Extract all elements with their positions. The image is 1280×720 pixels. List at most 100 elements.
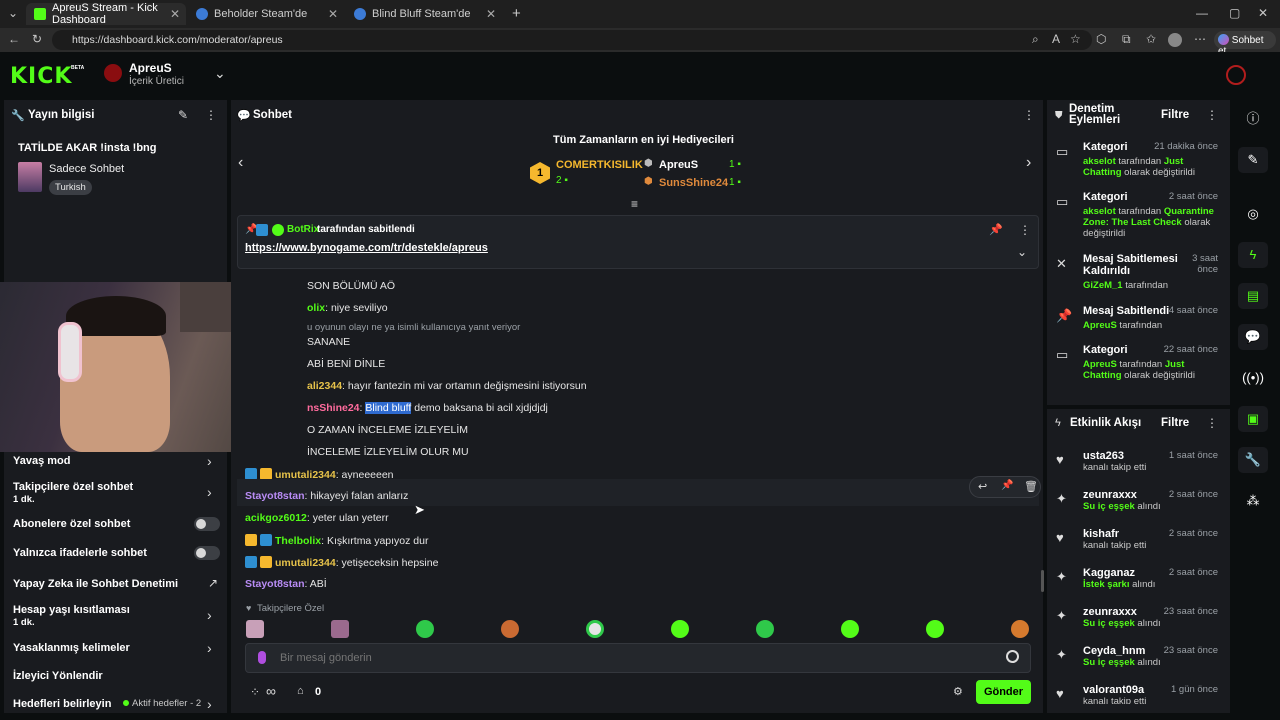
channel-name[interactable]: ApreuS xyxy=(129,61,172,75)
quick-actions-icon[interactable]: ϟ xyxy=(1238,242,1268,268)
edit-pencil-icon[interactable]: ✎ xyxy=(178,108,188,122)
reply-icon[interactable]: ↩ xyxy=(978,480,987,493)
chat-more-icon[interactable]: ⋮ xyxy=(1023,108,1035,122)
pinned-link[interactable]: https://www.bynogame.com/tr/destekle/apr… xyxy=(245,242,488,254)
mod-action-user[interactable]: ApreuS xyxy=(1083,320,1117,331)
chat-message[interactable]: Stayot8stan: ABİ xyxy=(245,578,327,590)
screen-capture-icon[interactable]: ◎ xyxy=(1238,201,1268,227)
pinned-more-icon[interactable]: ⋮ xyxy=(1019,223,1031,237)
slow-mode-label[interactable]: Yavaş mod xyxy=(13,455,70,467)
maximize-icon[interactable]: ▢ xyxy=(1229,6,1240,20)
goals-label[interactable]: Hedefleri belirleyin xyxy=(13,698,111,710)
extensions-icon[interactable]: ⬡ xyxy=(1096,32,1106,46)
browser-tab-kick[interactable]: ApreuS Stream - Kick Dashboard ✕ xyxy=(26,2,186,26)
chat-message[interactable]: SON BÖLÜMÜ AÖ xyxy=(307,280,395,292)
notes-icon[interactable]: ▤ xyxy=(1238,283,1268,309)
mod-action-user[interactable]: akselot xyxy=(1083,156,1116,167)
mod-action-user[interactable]: GiZeM_1 xyxy=(1083,280,1123,291)
more-options-icon[interactable]: ⋮ xyxy=(205,108,217,122)
channel-switch-chevron-icon[interactable]: ⌄ xyxy=(214,65,226,82)
gifters-prev-icon[interactable]: ‹ xyxy=(238,154,243,172)
moderation-icon[interactable]: ▣ xyxy=(1238,406,1268,432)
community-icon[interactable]: ⁂ xyxy=(1238,488,1268,514)
chat-message[interactable]: nsShine24: Blind bluff demo baksana bi a… xyxy=(307,402,548,414)
emote[interactable] xyxy=(416,620,434,638)
chat-message[interactable]: Thelbolix: Kışkırtma yapıyoz dur xyxy=(245,534,428,547)
chat-popout-icon[interactable]: 💬 xyxy=(1238,324,1268,350)
edit-icon[interactable]: ✎ xyxy=(1238,147,1268,173)
gifter-name[interactable]: SunsShine24 xyxy=(659,177,728,189)
emote[interactable] xyxy=(671,620,689,638)
emotes-only-toggle[interactable] xyxy=(194,546,220,560)
pinned-by-user[interactable]: BotRix xyxy=(287,224,319,235)
pin-message-icon[interactable]: 📌 xyxy=(1001,480,1013,491)
emote[interactable] xyxy=(926,620,944,638)
external-link-icon[interactable]: ↗ xyxy=(208,576,218,590)
send-button[interactable]: Gönder xyxy=(976,680,1031,704)
activity-more-icon[interactable]: ⋮ xyxy=(1206,416,1218,430)
message-username[interactable]: Stayot8stan xyxy=(245,490,305,502)
emote[interactable] xyxy=(756,620,774,638)
mod-action-user[interactable]: akselot xyxy=(1083,206,1116,217)
broadcast-icon[interactable]: ((•)) xyxy=(1238,365,1268,391)
followers-only-label[interactable]: Takipçilere özel sohbet xyxy=(13,481,133,493)
collections-icon[interactable]: ✩ xyxy=(1146,32,1156,46)
chat-message[interactable]: olix: niye seviliyo xyxy=(307,302,388,314)
chat-scrollbar[interactable] xyxy=(1041,570,1044,592)
subscribers-only-toggle[interactable] xyxy=(194,517,220,531)
gifter-name[interactable]: ApreuS xyxy=(659,159,698,171)
mod-actions-filter[interactable]: Filtre xyxy=(1161,109,1189,121)
emoji-picker-icon[interactable] xyxy=(1006,650,1019,663)
redirect-viewers-label[interactable]: İzleyici Yönlendir xyxy=(13,670,103,682)
emote[interactable] xyxy=(586,620,604,638)
expand-pinned-icon[interactable]: ⌄ xyxy=(1017,245,1027,259)
chat-message[interactable]: ali2344: hayır fantezin mi var ortamın d… xyxy=(307,380,587,392)
mod-action-user[interactable]: ApreuS xyxy=(1083,359,1117,370)
close-tab-icon[interactable]: ✕ xyxy=(170,7,180,21)
profile-avatar-icon[interactable] xyxy=(1168,33,1182,47)
kick-logo[interactable]: KICK xyxy=(10,64,72,89)
message-username[interactable]: ali2344 xyxy=(307,380,342,392)
reply-indicator[interactable]: u oyunun olayı ne ya isimli kullanıcıya … xyxy=(307,322,520,333)
url-input[interactable]: https://dashboard.kick.com/moderator/apr… xyxy=(52,30,1092,50)
message-username[interactable]: nsShine24 xyxy=(307,402,360,414)
minimize-icon[interactable]: — xyxy=(1196,6,1208,20)
copilot-button[interactable]: Sohbet et xyxy=(1214,31,1276,57)
chat-message[interactable]: ABİ BENİ DİNLE xyxy=(307,358,385,370)
microphone-icon[interactable] xyxy=(258,651,266,664)
chat-message[interactable]: O ZAMAN İNCELEME İZLEYELİM xyxy=(307,424,468,436)
new-tab-icon[interactable]: + xyxy=(512,5,521,22)
browser-tab-blind-bluff[interactable]: Blind Bluff Steam'de ✕ xyxy=(346,3,502,25)
chat-settings-gear-icon[interactable]: ⚙ xyxy=(953,685,963,698)
delete-icon[interactable]: 🗑 xyxy=(1024,480,1038,493)
emote[interactable] xyxy=(331,620,349,638)
read-aloud-icon[interactable]: A xyxy=(1052,32,1060,46)
channel-avatar[interactable] xyxy=(104,64,122,82)
gifter-name[interactable]: COMERTKISILIK xyxy=(556,159,643,171)
chat-message[interactable]: İNCELEME İZLEYELİM OLUR MU xyxy=(307,446,469,458)
store-icon[interactable]: ⌂ xyxy=(297,685,304,697)
activity-filter[interactable]: Filtre xyxy=(1161,417,1189,429)
close-tab-icon[interactable]: ✕ xyxy=(328,7,338,21)
browser-tab-beholder[interactable]: Beholder Steam'de ✕ xyxy=(188,3,344,25)
back-icon[interactable]: ← xyxy=(8,32,20,46)
chat-message-input[interactable] xyxy=(280,648,980,668)
message-username[interactable]: acikgoz6012 xyxy=(245,512,307,524)
banned-words-label[interactable]: Yasaklanmış kelimeler xyxy=(13,642,130,654)
zoom-icon[interactable]: ⌕ xyxy=(1032,32,1039,47)
message-username[interactable]: Stayot8stan xyxy=(245,578,305,590)
collapse-gifters-icon[interactable]: ≡ xyxy=(631,197,638,211)
reload-icon[interactable]: ↻ xyxy=(32,32,42,46)
user-avatar-icon[interactable] xyxy=(1226,65,1246,85)
ai-moderation-label[interactable]: Yapay Zeka ile Sohbet Denetimi xyxy=(13,578,178,590)
chat-message[interactable]: acikgoz6012: yeter ulan yeterr xyxy=(245,512,389,524)
tools-wrench-icon[interactable]: 🔧 xyxy=(1238,447,1268,473)
unpin-icon[interactable]: 📌 xyxy=(989,223,1003,236)
chat-message[interactable]: umutali2344: yetişeceksin hepsine xyxy=(245,556,438,569)
favorite-star-icon[interactable]: ☆ xyxy=(1070,32,1081,46)
tab-list-icon[interactable]: ⌄ xyxy=(8,6,18,20)
gifters-next-icon[interactable]: › xyxy=(1026,154,1031,172)
chat-message[interactable]: Stayot8stan: hikayeyi falan anlarız xyxy=(245,490,408,502)
account-age-label[interactable]: Hesap yaşı kısıtlaması xyxy=(13,604,130,616)
message-username[interactable]: olix xyxy=(307,302,325,314)
